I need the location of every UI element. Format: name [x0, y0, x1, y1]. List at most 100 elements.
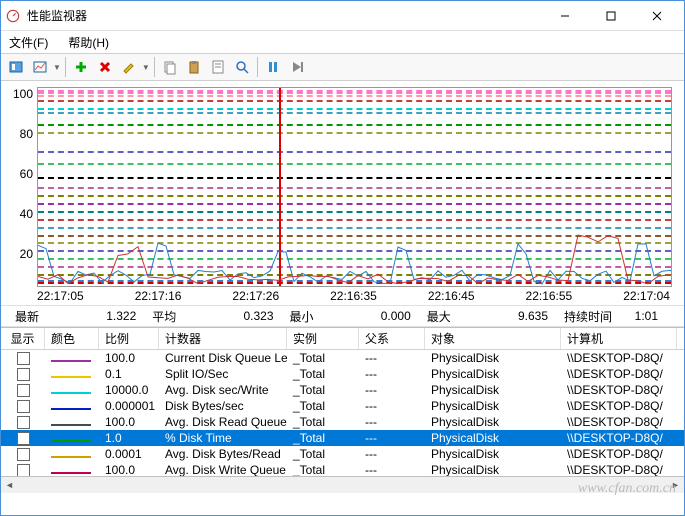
- stat-duration: 1:01: [616, 309, 670, 323]
- cell-object: PhysicalDisk: [425, 415, 561, 429]
- y-tick: 40: [9, 207, 33, 221]
- cell-parent: ---: [359, 431, 425, 445]
- row-checkbox[interactable]: [17, 416, 30, 429]
- window-title: 性能监视器: [27, 7, 542, 24]
- scroll-left-icon[interactable]: ◄: [1, 477, 18, 494]
- cell-object: PhysicalDisk: [425, 383, 561, 397]
- properties-button[interactable]: [207, 56, 229, 78]
- dropdown-icon-2[interactable]: ▼: [142, 63, 150, 72]
- scroll-right-icon[interactable]: ►: [667, 477, 684, 494]
- col-computer[interactable]: 计算机: [561, 328, 677, 349]
- table-row[interactable]: 100.0Avg. Disk Read Queue ..._Total---Ph…: [1, 414, 684, 430]
- horizontal-scrollbar[interactable]: ◄ ►: [1, 476, 684, 493]
- col-show[interactable]: 显示: [1, 328, 45, 349]
- cell-instance: _Total: [287, 367, 359, 381]
- stat-max-label: 最大: [427, 308, 451, 325]
- chart-type-button[interactable]: [29, 56, 51, 78]
- view-current-button[interactable]: [5, 56, 27, 78]
- cell-scale: 10000.0: [99, 383, 159, 397]
- paste-button[interactable]: [183, 56, 205, 78]
- table-row[interactable]: ✔1.0% Disk Time_Total---PhysicalDisk\\DE…: [1, 430, 684, 446]
- grid-header: 显示 颜色 比例 计数器 实例 父系 对象 计算机: [1, 328, 684, 350]
- highlight-button[interactable]: [118, 56, 140, 78]
- stats-row: 最新 1.322 平均 0.323 最小 0.000 最大 9.635 持续时间…: [1, 305, 684, 327]
- x-tick: 22:16:45: [428, 289, 475, 303]
- cell-computer: \\DESKTOP-D8Q/: [561, 383, 677, 397]
- app-icon: [5, 8, 21, 24]
- freeze-button[interactable]: [262, 56, 284, 78]
- chart-plot[interactable]: [37, 87, 672, 287]
- cell-instance: _Total: [287, 431, 359, 445]
- cell-object: PhysicalDisk: [425, 367, 561, 381]
- table-row[interactable]: 10000.0Avg. Disk sec/Write_Total---Physi…: [1, 382, 684, 398]
- cell-scale: 100.0: [99, 351, 159, 365]
- x-tick: 22:17:26: [232, 289, 279, 303]
- color-swatch: [51, 376, 91, 378]
- menubar: 文件(F) 帮助(H): [1, 31, 684, 53]
- color-swatch: [51, 408, 91, 410]
- dropdown-icon[interactable]: ▼: [53, 63, 61, 72]
- cell-counter: Avg. Disk Write Queue ...: [159, 463, 287, 476]
- cell-object: PhysicalDisk: [425, 463, 561, 476]
- update-button[interactable]: [286, 56, 308, 78]
- cell-computer: \\DESKTOP-D8Q/: [561, 447, 677, 461]
- x-tick: 22:16:55: [526, 289, 573, 303]
- menu-help[interactable]: 帮助(H): [64, 32, 113, 53]
- col-scale[interactable]: 比例: [99, 328, 159, 349]
- row-checkbox[interactable]: [17, 368, 30, 381]
- cell-computer: \\DESKTOP-D8Q/: [561, 367, 677, 381]
- x-axis: 22:17:05 22:17:16 22:17:26 22:16:35 22:1…: [9, 289, 672, 303]
- col-instance[interactable]: 实例: [287, 328, 359, 349]
- row-checkbox[interactable]: [17, 448, 30, 461]
- col-parent[interactable]: 父系: [359, 328, 425, 349]
- col-color[interactable]: 颜色: [45, 328, 99, 349]
- cell-parent: ---: [359, 383, 425, 397]
- cell-instance: _Total: [287, 447, 359, 461]
- row-checkbox[interactable]: [17, 352, 30, 365]
- cell-object: PhysicalDisk: [425, 399, 561, 413]
- stat-avg: 0.323: [180, 309, 285, 323]
- zoom-button[interactable]: [231, 56, 253, 78]
- close-button[interactable]: [634, 1, 680, 31]
- color-swatch: [51, 424, 91, 426]
- cell-parent: ---: [359, 399, 425, 413]
- col-counter[interactable]: 计数器: [159, 328, 287, 349]
- table-row[interactable]: 100.0Avg. Disk Write Queue ..._Total---P…: [1, 462, 684, 476]
- copy-button[interactable]: [159, 56, 181, 78]
- maximize-button[interactable]: [588, 1, 634, 31]
- cell-object: PhysicalDisk: [425, 447, 561, 461]
- cell-scale: 0.0001: [99, 447, 159, 461]
- y-tick: 60: [9, 167, 33, 181]
- cell-computer: \\DESKTOP-D8Q/: [561, 431, 677, 445]
- add-counter-button[interactable]: [70, 56, 92, 78]
- x-tick: 22:17:05: [37, 289, 84, 303]
- cell-scale: 1.0: [99, 431, 159, 445]
- cell-computer: \\DESKTOP-D8Q/: [561, 415, 677, 429]
- cell-parent: ---: [359, 463, 425, 476]
- menu-file[interactable]: 文件(F): [5, 32, 52, 53]
- y-axis: 100 80 60 40 20: [9, 87, 37, 287]
- color-swatch: [51, 440, 91, 442]
- table-row[interactable]: 0.0001Avg. Disk Bytes/Read_Total---Physi…: [1, 446, 684, 462]
- row-checkbox[interactable]: ✔: [17, 432, 30, 445]
- grid-body[interactable]: 100.0Current Disk Queue Le..._Total---Ph…: [1, 350, 684, 476]
- minimize-button[interactable]: [542, 1, 588, 31]
- titlebar: 性能监视器: [1, 1, 684, 31]
- cell-instance: _Total: [287, 463, 359, 476]
- cell-counter: Disk Bytes/sec: [159, 399, 287, 413]
- cell-parent: ---: [359, 415, 425, 429]
- table-row[interactable]: 100.0Current Disk Queue Le..._Total---Ph…: [1, 350, 684, 366]
- row-checkbox[interactable]: [17, 400, 30, 413]
- row-checkbox[interactable]: [17, 384, 30, 397]
- color-swatch: [51, 392, 91, 394]
- cell-parent: ---: [359, 367, 425, 381]
- table-row[interactable]: 0.1Split IO/Sec_Total---PhysicalDisk\\DE…: [1, 366, 684, 382]
- stat-latest-label: 最新: [15, 308, 39, 325]
- remove-counter-button[interactable]: [94, 56, 116, 78]
- table-row[interactable]: 0.000001Disk Bytes/sec_Total---PhysicalD…: [1, 398, 684, 414]
- cell-computer: \\DESKTOP-D8Q/: [561, 351, 677, 365]
- col-object[interactable]: 对象: [425, 328, 561, 349]
- cell-instance: _Total: [287, 383, 359, 397]
- x-tick: 22:16:35: [330, 289, 377, 303]
- row-checkbox[interactable]: [17, 464, 30, 477]
